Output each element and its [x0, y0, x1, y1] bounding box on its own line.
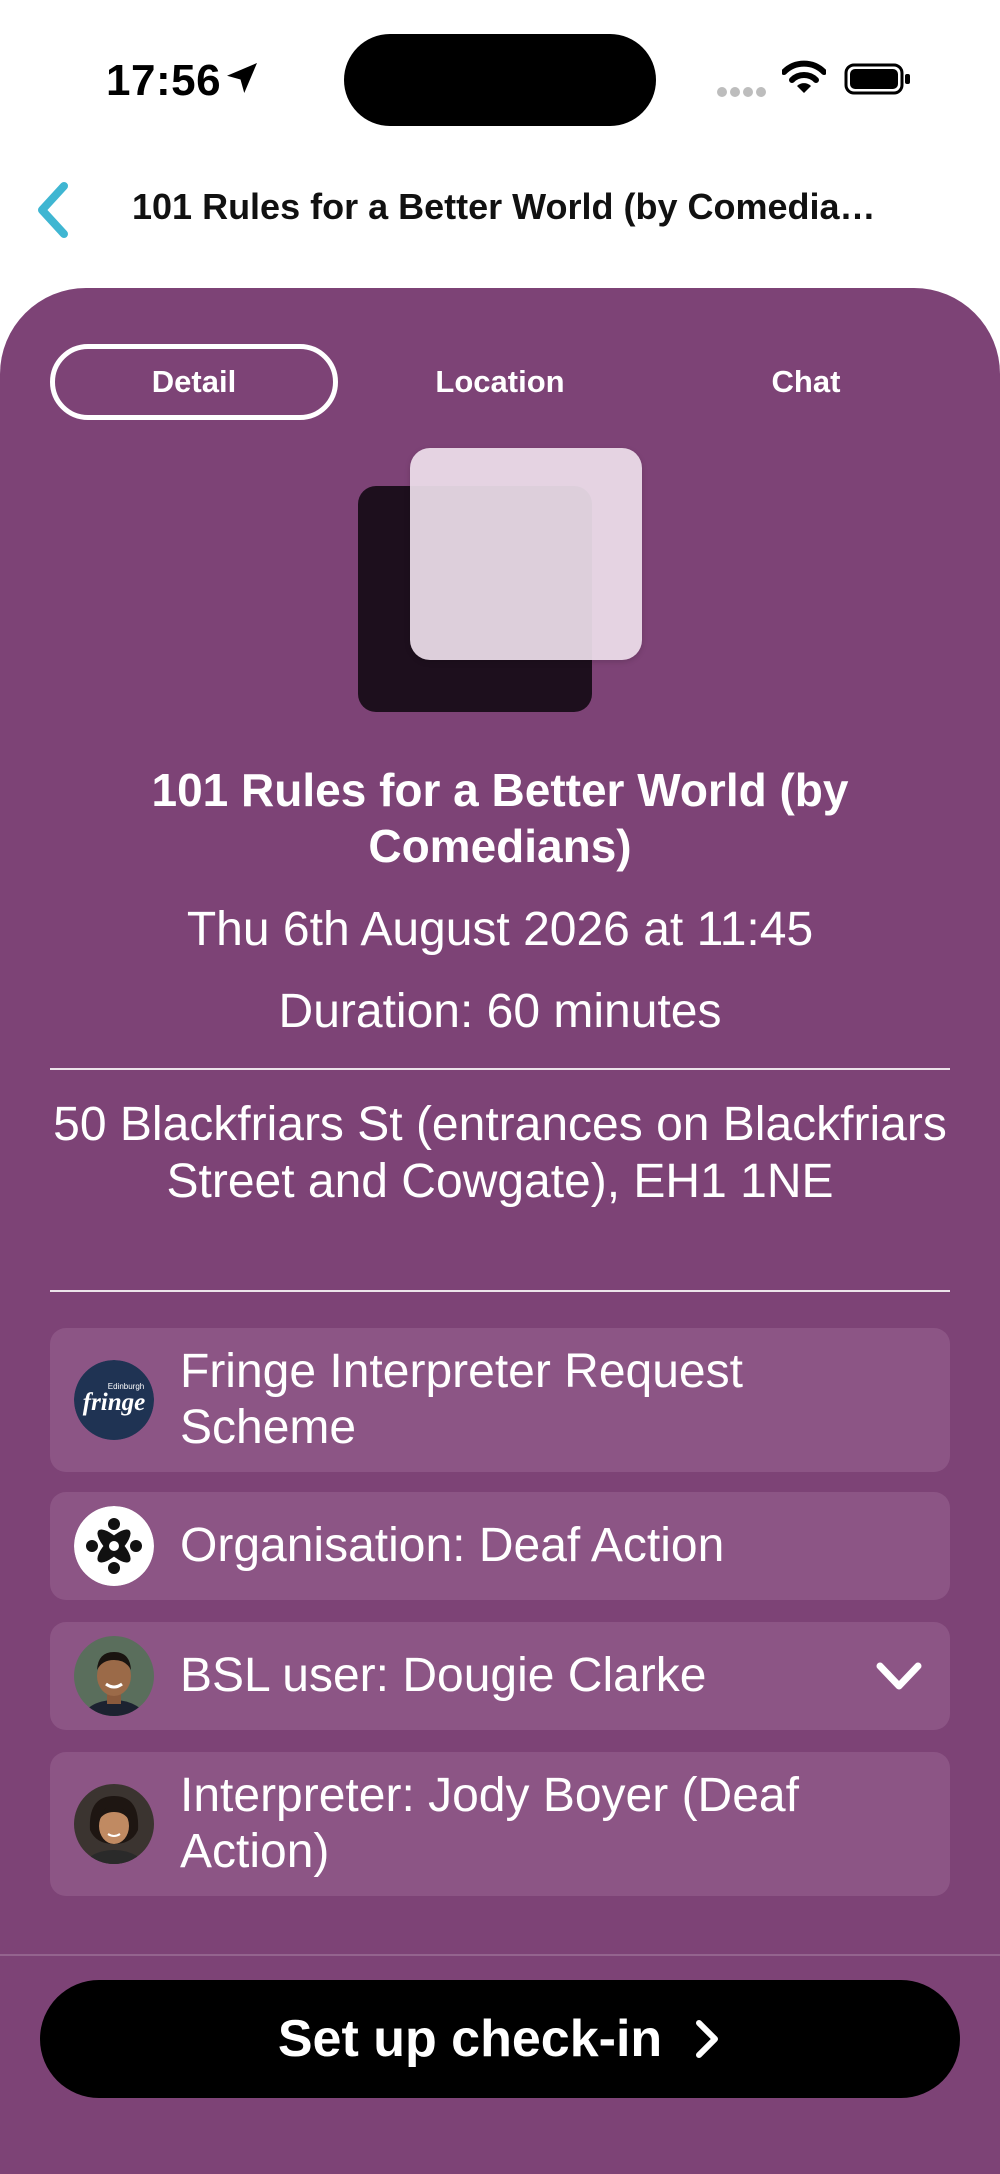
chevron-down-icon[interactable] [874, 1658, 924, 1694]
back-chevron-icon [38, 182, 68, 238]
event-date: Thu 6th August 2026 at 11:45 [186, 903, 814, 956]
location-arrow-icon [227, 63, 257, 93]
avatar [74, 1784, 154, 1864]
status-time: 17:56 [106, 56, 222, 105]
organisation-row: Organisation: Deaf Action [50, 1492, 950, 1600]
chevron-right-icon [696, 2020, 719, 2058]
check-in-label: Set up check-in [277, 2010, 663, 2068]
signal-dots-icon [717, 87, 766, 97]
event-duration: Duration: 60 minutes [278, 985, 722, 1038]
scheme-row: Edinburgh fringe Fringe Interpreter Requ… [50, 1328, 950, 1472]
event-image-placeholder [358, 448, 642, 714]
tab-chat[interactable]: Chat [662, 344, 950, 420]
organisation-name: Organisation: Deaf Action [180, 1519, 725, 1572]
interpreter-name: Interpreter: Jody Boyer (Deaf Action) [180, 1769, 799, 1878]
battery-icon [844, 63, 910, 95]
wifi-icon [782, 60, 826, 93]
page-title: 101 Rules for a Better World (by Comedia… [132, 186, 892, 227]
avatar [74, 1636, 154, 1716]
dynamic-island [344, 34, 656, 126]
status-bar: 17:56 [0, 0, 1000, 150]
svg-text:fringe: fringe [83, 1389, 146, 1416]
divider [0, 1954, 1000, 1956]
bsl-user-row[interactable]: BSL user: Dougie Clarke [50, 1622, 950, 1730]
nav-header: 101 Rules for a Better World (by Comedia… [0, 150, 1000, 270]
tab-detail[interactable]: Detail [50, 344, 338, 420]
event-card: Detail Location Chat 101 Rules for a Bet… [0, 288, 1000, 2174]
fringe-logo-icon: Edinburgh fringe [74, 1360, 154, 1440]
interpreter-row: Interpreter: Jody Boyer (Deaf Action) [50, 1752, 950, 1896]
divider [50, 1290, 950, 1292]
tab-location[interactable]: Location [356, 344, 644, 420]
bsl-user-name: BSL user: Dougie Clarke [180, 1649, 707, 1702]
event-detail-screen: 17:56 101 Rules for a Better World (by C… [0, 0, 1000, 2174]
scheme-name: Fringe Interpreter Request Scheme [180, 1345, 743, 1454]
event-address: 50 Blackfriars St (entrances on Blackfri… [53, 1098, 947, 1208]
image-placeholder-front [410, 448, 642, 660]
set-up-check-in-button[interactable]: Set up check-in [40, 1980, 960, 2098]
event-title: 101 Rules for a Better World (by Comedia… [151, 764, 849, 872]
tab-bar: Detail Location Chat [50, 344, 956, 420]
back-button[interactable] [24, 172, 84, 248]
divider [50, 1068, 950, 1070]
deaf-action-logo-icon [74, 1506, 154, 1586]
